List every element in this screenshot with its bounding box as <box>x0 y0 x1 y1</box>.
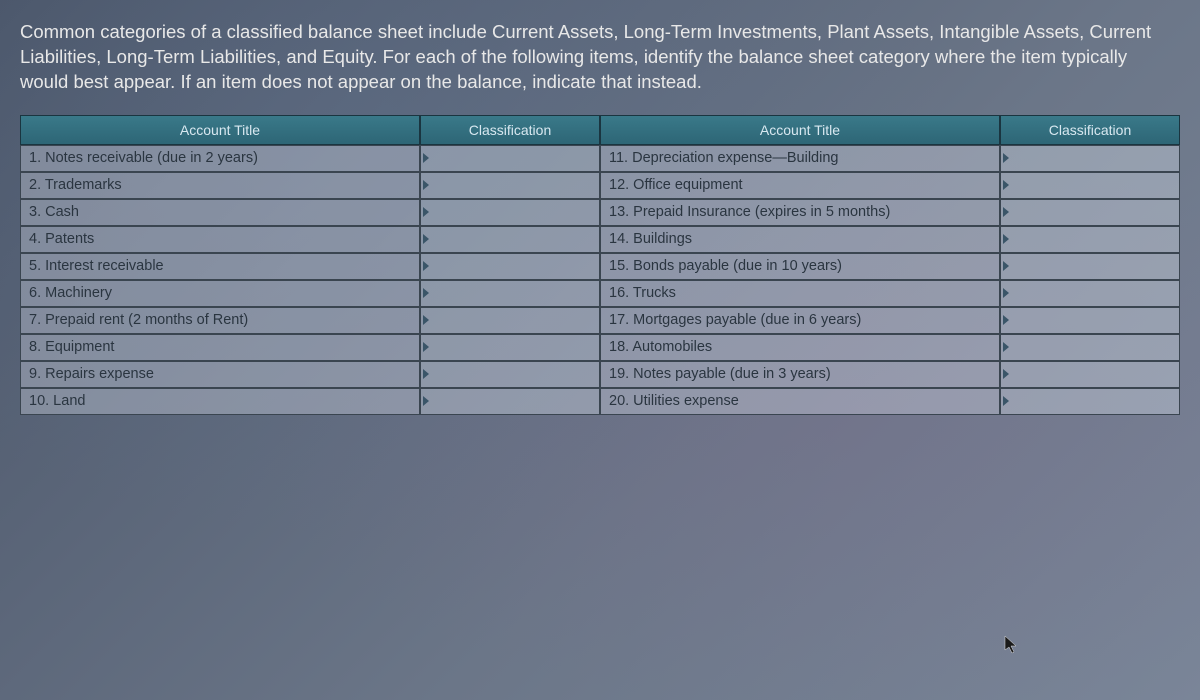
header-row-left: Account Title Classification <box>20 115 600 145</box>
classification-dropdown[interactable] <box>420 172 600 199</box>
header-row-right: Account Title Classification <box>600 115 1180 145</box>
classification-dropdown[interactable] <box>1000 388 1180 415</box>
classification-dropdown[interactable] <box>1000 226 1180 253</box>
header-classification-left: Classification <box>420 115 600 145</box>
classification-dropdown[interactable] <box>420 280 600 307</box>
dropdown-arrow-icon <box>1003 180 1009 190</box>
table-row: 14. Buildings <box>600 226 1180 253</box>
dropdown-arrow-icon <box>1003 234 1009 244</box>
account-title-cell: 13. Prepaid Insurance (expires in 5 mont… <box>600 199 1000 226</box>
account-title-cell: 4. Patents <box>20 226 420 253</box>
account-title-cell: 1. Notes receivable (due in 2 years) <box>20 145 420 172</box>
table-row: 19. Notes payable (due in 3 years) <box>600 361 1180 388</box>
dropdown-arrow-icon <box>1003 288 1009 298</box>
classification-dropdown[interactable] <box>1000 307 1180 334</box>
dropdown-arrow-icon <box>423 207 429 217</box>
table-row: 17. Mortgages payable (due in 6 years) <box>600 307 1180 334</box>
account-title-cell: 10. Land <box>20 388 420 415</box>
table-row: 3. Cash <box>20 199 600 226</box>
account-title-cell: 15. Bonds payable (due in 10 years) <box>600 253 1000 280</box>
table-row: 20. Utilities expense <box>600 388 1180 415</box>
classification-dropdown[interactable] <box>1000 253 1180 280</box>
account-title-cell: 3. Cash <box>20 199 420 226</box>
account-title-cell: 6. Machinery <box>20 280 420 307</box>
balance-sheet-table: Account Title Classification 1. Notes re… <box>20 115 1180 415</box>
account-title-cell: 5. Interest receivable <box>20 253 420 280</box>
classification-dropdown[interactable] <box>1000 145 1180 172</box>
table-row: 5. Interest receivable <box>20 253 600 280</box>
classification-dropdown[interactable] <box>420 307 600 334</box>
classification-dropdown[interactable] <box>1000 280 1180 307</box>
dropdown-arrow-icon <box>423 153 429 163</box>
dropdown-arrow-icon <box>423 369 429 379</box>
account-title-cell: 18. Automobiles <box>600 334 1000 361</box>
table-row: 13. Prepaid Insurance (expires in 5 mont… <box>600 199 1180 226</box>
table-row: 16. Trucks <box>600 280 1180 307</box>
classification-dropdown[interactable] <box>1000 172 1180 199</box>
account-title-cell: 12. Office equipment <box>600 172 1000 199</box>
account-title-cell: 11. Depreciation expense—Building <box>600 145 1000 172</box>
instructions-text: Common categories of a classified balanc… <box>20 20 1180 95</box>
mouse-cursor-icon <box>1004 635 1020 660</box>
account-title-cell: 8. Equipment <box>20 334 420 361</box>
table-row: 8. Equipment <box>20 334 600 361</box>
classification-dropdown[interactable] <box>420 388 600 415</box>
table-row: 18. Automobiles <box>600 334 1180 361</box>
classification-dropdown[interactable] <box>1000 361 1180 388</box>
dropdown-arrow-icon <box>1003 207 1009 217</box>
dropdown-arrow-icon <box>1003 396 1009 406</box>
dropdown-arrow-icon <box>1003 261 1009 271</box>
dropdown-arrow-icon <box>423 234 429 244</box>
classification-dropdown[interactable] <box>420 199 600 226</box>
table-row: 15. Bonds payable (due in 10 years) <box>600 253 1180 280</box>
table-row: 9. Repairs expense <box>20 361 600 388</box>
table-right-half: Account Title Classification 11. Depreci… <box>600 115 1180 415</box>
dropdown-arrow-icon <box>423 315 429 325</box>
account-title-cell: 9. Repairs expense <box>20 361 420 388</box>
dropdown-arrow-icon <box>423 396 429 406</box>
account-title-cell: 14. Buildings <box>600 226 1000 253</box>
classification-dropdown[interactable] <box>1000 199 1180 226</box>
classification-dropdown[interactable] <box>420 145 600 172</box>
classification-dropdown[interactable] <box>420 253 600 280</box>
classification-dropdown[interactable] <box>420 361 600 388</box>
table-row: 6. Machinery <box>20 280 600 307</box>
dropdown-arrow-icon <box>423 180 429 190</box>
account-title-cell: 2. Trademarks <box>20 172 420 199</box>
header-account-title-left: Account Title <box>20 115 420 145</box>
header-account-title-right: Account Title <box>600 115 1000 145</box>
dropdown-arrow-icon <box>1003 315 1009 325</box>
header-classification-right: Classification <box>1000 115 1180 145</box>
account-title-cell: 16. Trucks <box>600 280 1000 307</box>
table-row: 7. Prepaid rent (2 months of Rent) <box>20 307 600 334</box>
dropdown-arrow-icon <box>1003 342 1009 352</box>
dropdown-arrow-icon <box>1003 369 1009 379</box>
account-title-cell: 20. Utilities expense <box>600 388 1000 415</box>
table-row: 1. Notes receivable (due in 2 years) <box>20 145 600 172</box>
table-row: 12. Office equipment <box>600 172 1180 199</box>
dropdown-arrow-icon <box>423 261 429 271</box>
table-left-half: Account Title Classification 1. Notes re… <box>20 115 600 415</box>
dropdown-arrow-icon <box>1003 153 1009 163</box>
table-row: 10. Land <box>20 388 600 415</box>
table-row: 2. Trademarks <box>20 172 600 199</box>
classification-dropdown[interactable] <box>420 334 600 361</box>
classification-dropdown[interactable] <box>1000 334 1180 361</box>
dropdown-arrow-icon <box>423 288 429 298</box>
classification-dropdown[interactable] <box>420 226 600 253</box>
account-title-cell: 7. Prepaid rent (2 months of Rent) <box>20 307 420 334</box>
account-title-cell: 19. Notes payable (due in 3 years) <box>600 361 1000 388</box>
account-title-cell: 17. Mortgages payable (due in 6 years) <box>600 307 1000 334</box>
table-row: 4. Patents <box>20 226 600 253</box>
dropdown-arrow-icon <box>423 342 429 352</box>
table-row: 11. Depreciation expense—Building <box>600 145 1180 172</box>
